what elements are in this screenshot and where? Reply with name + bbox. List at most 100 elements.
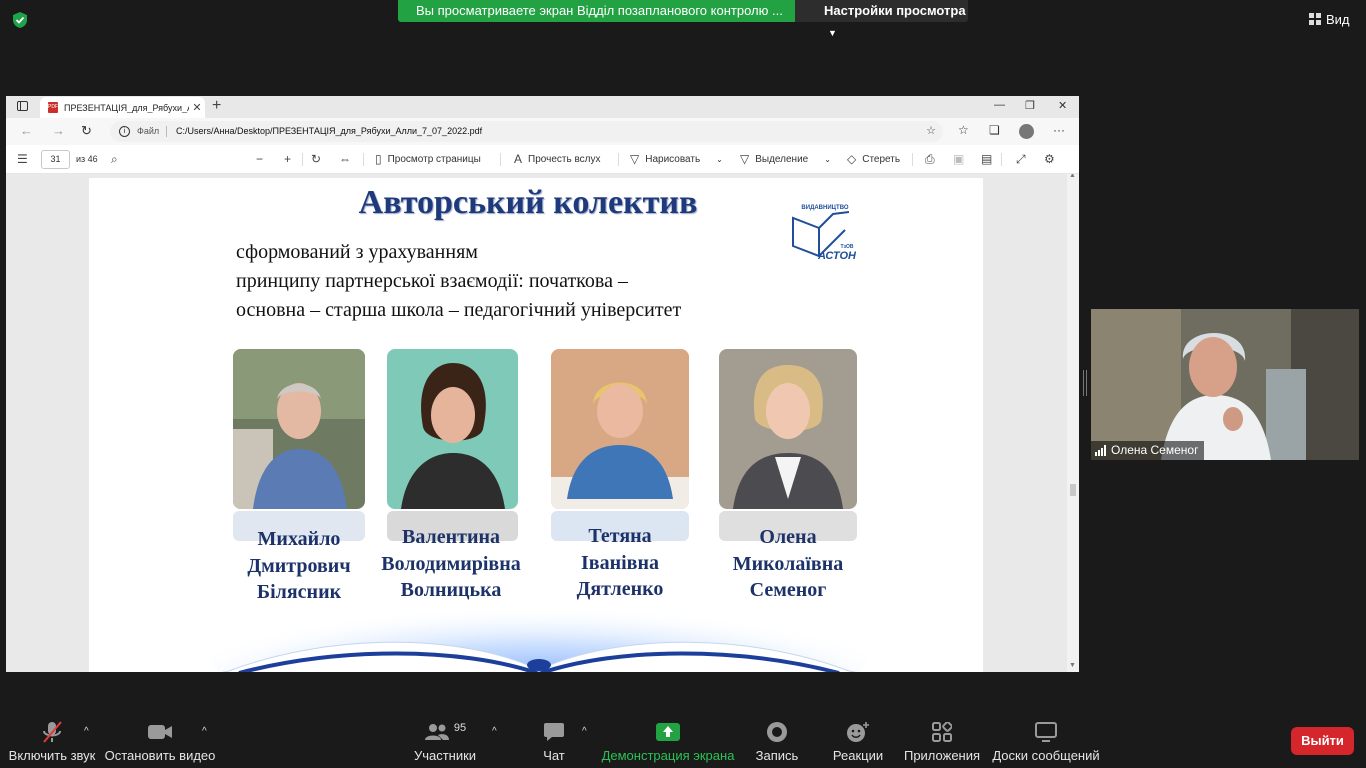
search-icon[interactable]: ⌕	[111, 145, 118, 174]
leave-meeting-button[interactable]: Выйти	[1291, 727, 1354, 755]
whiteboards-button[interactable]: Доски сообщений	[992, 720, 1100, 766]
restore-window-icon[interactable]: ❐	[1025, 99, 1035, 112]
eraser-icon: ◇	[847, 152, 857, 166]
chat-button[interactable]: Чат	[540, 720, 568, 766]
pdf-file-icon: PDF	[48, 102, 58, 113]
chevron-down-icon: ⌄	[824, 155, 831, 164]
author-surname: Семеног	[749, 579, 827, 601]
slide-subtitle: сформований з урахуванням принципу партн…	[236, 238, 681, 325]
back-arrow-icon[interactable]: ←	[20, 123, 33, 138]
rotate-icon[interactable]: ↻	[311, 145, 321, 174]
author-patronymic: Володимирівна	[381, 552, 521, 575]
close-tab-icon[interactable]: ✕	[189, 101, 205, 114]
apps-label: Приложения	[903, 748, 981, 763]
grid-view-icon	[1309, 13, 1321, 25]
share-screen-icon	[656, 723, 680, 741]
logo-line-1: ВИДАВНИЦТВО	[801, 205, 848, 211]
address-field[interactable]: i Файл C:/Users/Анна/Desktop/ПРЕЗЕНТАЦІЯ…	[110, 121, 943, 142]
view-button-label: Вид	[1326, 11, 1350, 27]
tab-title: ПРЕЗЕНТАЦІЯ_для_Рябухи_Алл...	[64, 102, 189, 113]
browser-tab-pdf[interactable]: PDF ПРЕЗЕНТАЦІЯ_для_Рябухи_Алл... ✕	[40, 97, 205, 118]
close-window-icon[interactable]: ✕	[1058, 99, 1067, 112]
settings-gear-icon[interactable]: ⚙	[1044, 145, 1055, 174]
participants-button[interactable]: 95 Участники	[414, 720, 476, 766]
chevron-down-icon: ▼	[828, 28, 837, 38]
pdf-viewer-area[interactable]: Авторський колектив сформований з урахув…	[6, 174, 1079, 672]
stop-video-button[interactable]: Остановить видео	[105, 720, 215, 766]
page-view-icon: ▯	[375, 152, 382, 166]
stop-video-label: Остановить видео	[104, 748, 216, 763]
chat-label: Чат	[543, 748, 565, 763]
draw-button[interactable]: ▽ Нарисовать ⌄	[630, 145, 723, 174]
reactions-button[interactable]: Реакции	[833, 720, 883, 766]
author-patronymic: Миколаївна	[732, 552, 844, 575]
contents-list-icon[interactable]: ☰	[17, 145, 28, 174]
author-name-3: Тетяна Іванівна Дятленко	[539, 523, 701, 603]
scroll-up-icon[interactable]: ▲	[1069, 174, 1076, 179]
participant-video-tile[interactable]: Олена Семеног	[1091, 309, 1359, 460]
zoom-in-icon[interactable]: +	[284, 145, 291, 174]
read-aloud-button[interactable]: A Прочесть вслух	[514, 145, 600, 174]
video-options-caret-icon[interactable]: ^	[202, 726, 207, 737]
aston-publisher-logo: ВИДАВНИЦТВО ТзОВ АСТОН	[792, 205, 857, 262]
address-divider	[166, 126, 167, 137]
new-tab-icon[interactable]: +	[212, 97, 221, 115]
encryption-shield-icon[interactable]	[11, 11, 29, 29]
view-button[interactable]: Вид	[1309, 8, 1350, 30]
author-surname: Білясник	[256, 581, 342, 603]
view-settings-label: Настройки просмотра	[824, 3, 966, 18]
read-aloud-label: Прочесть вслух	[528, 154, 601, 165]
slide-subtitle-line: принципу партнерської взаємодії: початко…	[236, 270, 628, 292]
minimize-window-icon[interactable]: —	[994, 99, 1005, 111]
chat-options-caret-icon[interactable]: ^	[582, 726, 587, 737]
participants-icon	[424, 724, 449, 740]
page-number-input[interactable]: 31	[41, 150, 70, 169]
highlight-button[interactable]: ▽ Выделение ⌄	[740, 145, 831, 174]
author-first-name: Михайло	[257, 528, 341, 550]
pdf-scrollbar[interactable]: ▲ ▼	[1067, 174, 1079, 672]
fit-page-icon[interactable]: ⇔	[339, 145, 351, 174]
pdf-toolbar: ☰ 31 из 46 ⌕ − + ↻ ⇔ ▯ Просмотр страницы …	[6, 145, 1079, 174]
profile-avatar[interactable]	[1019, 124, 1034, 139]
split-resize-handle[interactable]	[1083, 370, 1087, 396]
apps-button[interactable]: Приложения	[903, 720, 981, 766]
add-favorite-icon[interactable]: ☆	[926, 121, 936, 142]
scroll-down-icon[interactable]: ▼	[1069, 662, 1076, 669]
participants-label: Участники	[413, 748, 477, 763]
collections-icon[interactable]: ❏	[989, 123, 1000, 137]
author-patronymic: Іванівна	[581, 551, 659, 574]
signal-bars-icon	[1095, 445, 1106, 456]
mute-label: Включить звук	[8, 748, 96, 763]
print-icon[interactable]: ⎙	[925, 145, 935, 174]
zoom-out-icon[interactable]: −	[256, 145, 263, 174]
record-button[interactable]: Запись	[756, 720, 798, 766]
erase-button[interactable]: ◇ Стереть	[847, 145, 900, 174]
audio-options-caret-icon[interactable]: ^	[84, 726, 89, 737]
tab-actions-icon[interactable]	[17, 101, 28, 111]
view-settings-dropdown[interactable]: Настройки просмотра ▼	[795, 0, 968, 38]
more-menu-icon[interactable]: ···	[1053, 123, 1065, 137]
share-screen-button[interactable]: Демонстрация экрана	[602, 720, 734, 766]
reactions-smiley-icon	[847, 722, 869, 742]
author-photo-3	[551, 349, 689, 509]
info-icon[interactable]: i	[119, 126, 130, 137]
address-path: C:/Users/Анна/Desktop/ПРЕЗЕНТАЦІЯ_для_Ря…	[176, 126, 483, 136]
refresh-icon[interactable]: ↻	[81, 123, 92, 139]
forward-arrow-icon[interactable]: →	[52, 123, 65, 138]
save-as-icon[interactable]: ▤	[981, 145, 992, 174]
browser-tab-strip: PDF ПРЕЗЕНТАЦІЯ_для_Рябухи_Алл... ✕ + — …	[6, 96, 1079, 118]
page-total: из 46	[76, 154, 98, 164]
save-icon[interactable]: ▣	[953, 145, 964, 174]
page-view-button[interactable]: ▯ Просмотр страницы	[375, 145, 481, 174]
participants-options-caret-icon[interactable]: ^	[492, 726, 497, 737]
fullscreen-icon[interactable]: ⤢	[1016, 145, 1026, 174]
participant-name-tag: Олена Семеног	[1091, 441, 1205, 460]
author-photo-1	[233, 349, 365, 509]
draw-label: Нарисовать	[645, 154, 701, 165]
scroll-thumb[interactable]	[1070, 484, 1076, 496]
whiteboards-label: Доски сообщений	[992, 748, 1100, 763]
favorites-icon[interactable]: ☆	[958, 123, 969, 137]
participant-video-feed	[1091, 309, 1359, 460]
mute-button[interactable]: Включить звук	[8, 720, 96, 766]
author-first-name: Валентина	[401, 526, 500, 548]
